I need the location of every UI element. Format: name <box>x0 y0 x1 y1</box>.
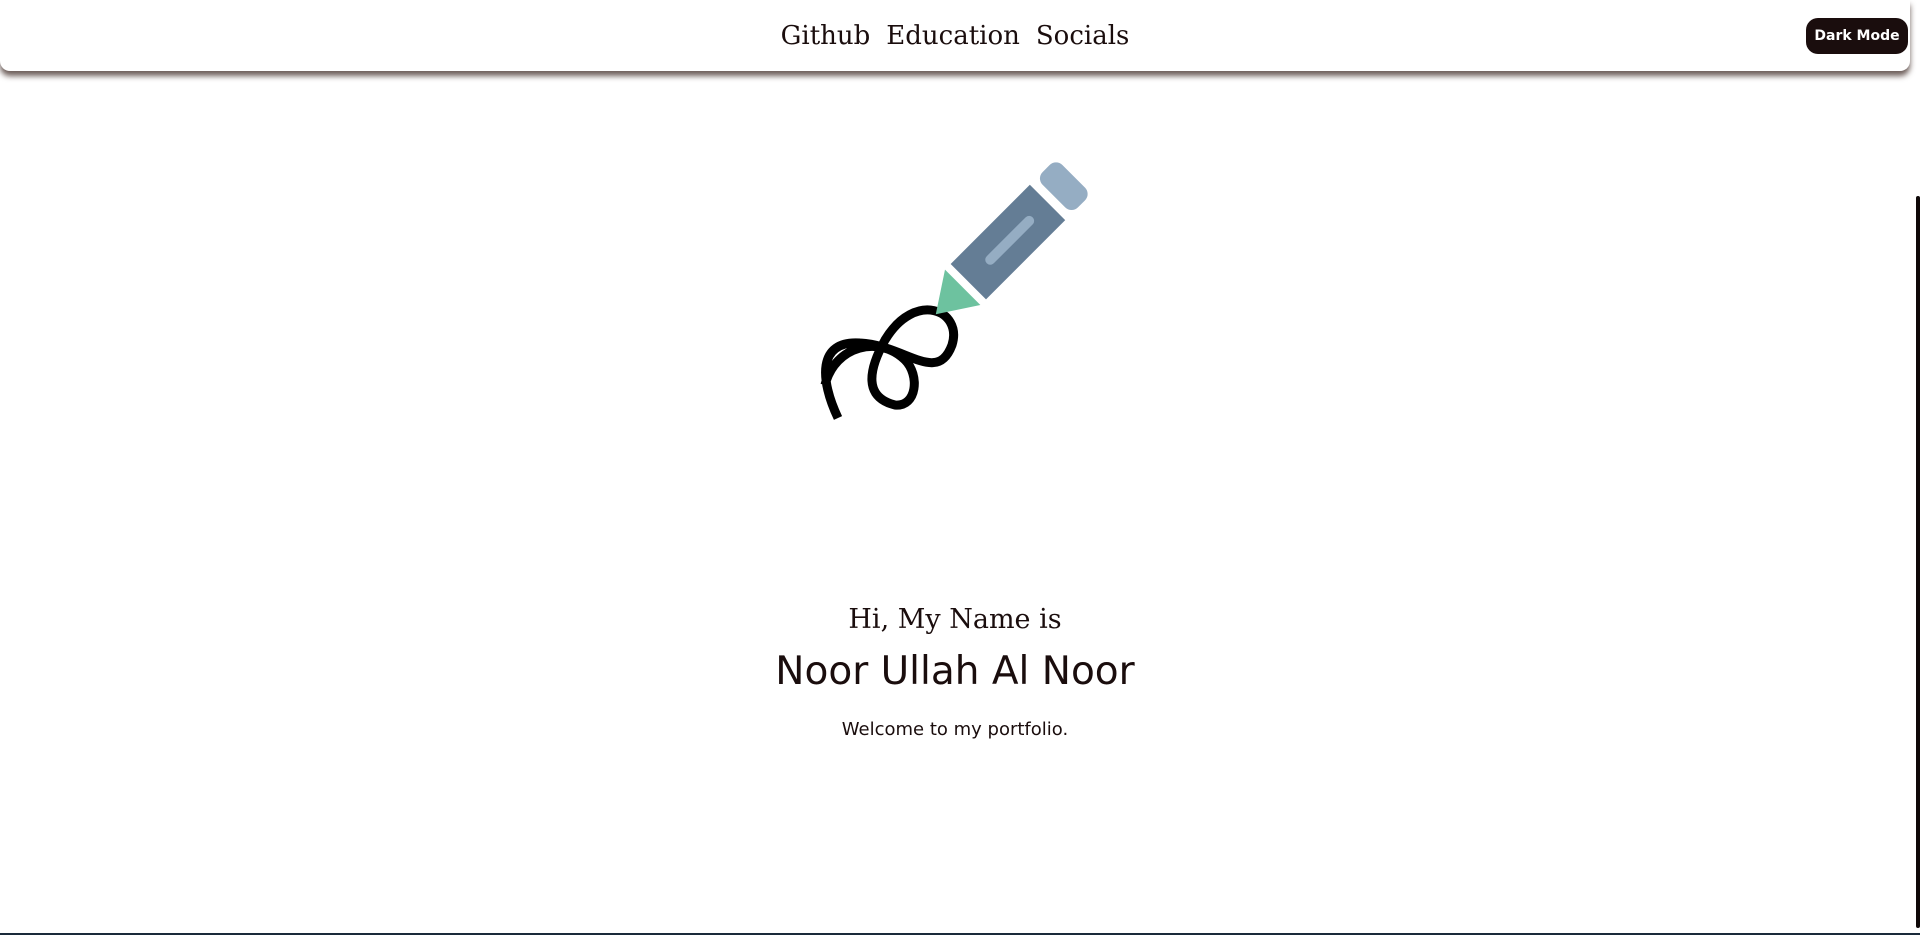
pen-icon <box>935 162 1088 315</box>
scrollbar-thumb[interactable] <box>1916 196 1920 928</box>
top-navbar: Github Education Socials Dark Mode <box>0 0 1910 71</box>
hero-greeting: Hi, My Name is <box>848 604 1062 635</box>
signature-squiggle <box>820 305 959 420</box>
hero-tagline: Welcome to my portfolio. <box>841 719 1069 740</box>
pen-signature-icon <box>820 162 1088 420</box>
nav-link-socials[interactable]: Socials <box>1036 14 1130 58</box>
nav-links: Github Education Socials <box>0 14 1910 58</box>
hero-name: Noor Ullah Al Noor <box>775 649 1135 694</box>
nav-link-education[interactable]: Education <box>886 14 1020 58</box>
dark-mode-button[interactable]: Dark Mode <box>1806 18 1908 54</box>
nav-link-github[interactable]: Github <box>781 14 871 58</box>
hero-section: Hi, My Name is Noor Ullah Al Noor Welcom… <box>0 600 1910 744</box>
